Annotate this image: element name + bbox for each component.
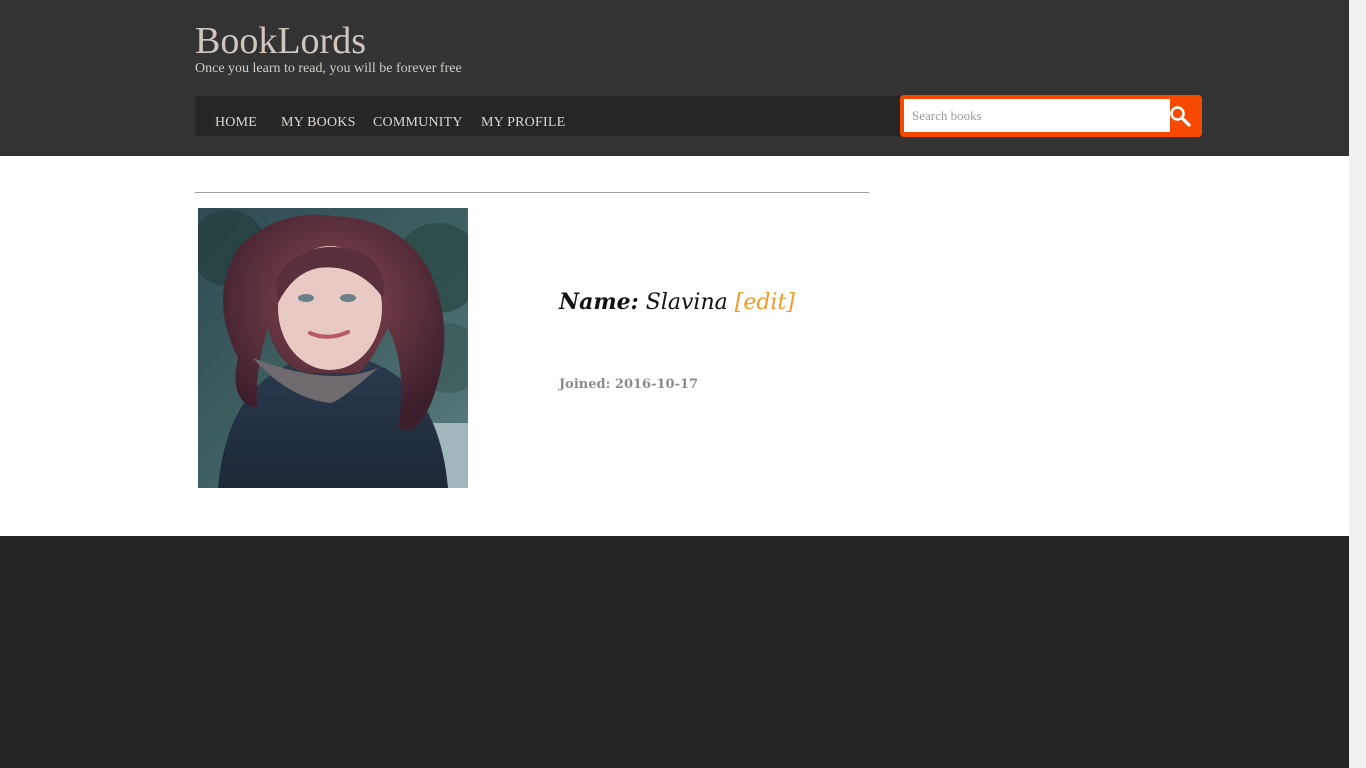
nav-item-home[interactable]: HOME bbox=[215, 115, 257, 131]
avatar bbox=[198, 208, 468, 488]
joined-date: Joined: 2016-10-17 bbox=[559, 377, 699, 392]
nav-item-community[interactable]: COMMUNITY bbox=[373, 115, 463, 131]
name-label: Name: bbox=[559, 289, 639, 315]
search-box bbox=[900, 95, 1202, 137]
site-title-link[interactable]: BookLords bbox=[195, 20, 366, 62]
site-header: BookLords Once you learn to read, you wi… bbox=[0, 0, 1349, 156]
profile-photo bbox=[198, 208, 468, 488]
site-tagline: Once you learn to read, you will be fore… bbox=[195, 61, 462, 76]
edit-name-link[interactable]: [edit] bbox=[735, 290, 795, 315]
page: BookLords Once you learn to read, you wi… bbox=[0, 0, 1349, 768]
profile-content: Name: Slavina [edit] Joined: 2016-10-17 bbox=[0, 156, 1349, 536]
nav-item-my-books[interactable]: MY BOOKS bbox=[281, 115, 356, 131]
search-icon bbox=[1170, 106, 1191, 127]
search-input[interactable] bbox=[904, 99, 1170, 132]
search-button[interactable] bbox=[1162, 99, 1198, 133]
page-scrollbar[interactable] bbox=[1349, 0, 1366, 768]
nav-item-my-profile[interactable]: MY PROFILE bbox=[481, 115, 565, 131]
site-footer bbox=[0, 536, 1349, 768]
profile-name-line: Name: Slavina [edit] bbox=[559, 286, 795, 319]
name-value: Slavina bbox=[645, 290, 728, 315]
content-divider bbox=[195, 192, 869, 193]
main-nav: HOME MY BOOKS COMMUNITY MY PROFILE bbox=[195, 96, 905, 136]
